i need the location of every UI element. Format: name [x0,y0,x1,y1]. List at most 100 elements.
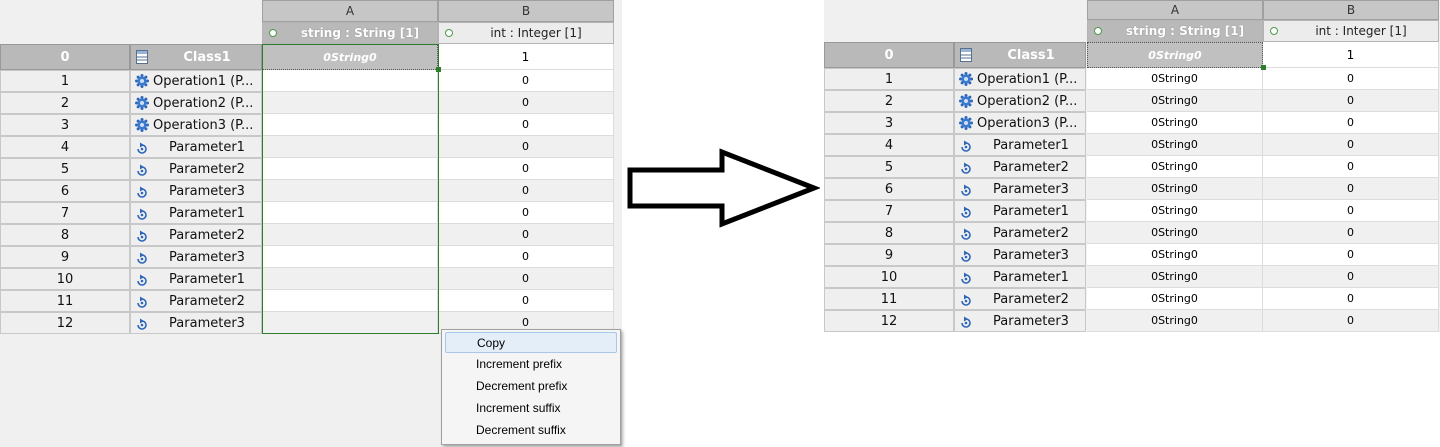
parameter-name-cell[interactable]: Parameter2 [954,288,1086,310]
cell-b-4[interactable]: 0 [1263,134,1439,156]
parameter-name-cell[interactable]: Parameter1 [954,266,1086,288]
cell-b-0[interactable]: 1 [438,44,614,70]
parameter-name-cell[interactable]: Parameter3 [130,312,262,334]
parameter-name-cell[interactable]: Parameter1 [954,134,1086,156]
row-number-4[interactable]: 4 [0,136,130,158]
cell-a-5[interactable] [262,158,438,180]
operation-name-cell[interactable]: Operation3 (P... [954,112,1086,134]
class-name-cell[interactable]: Class1 [130,44,262,70]
column-header-string[interactable]: string : String [1] [262,22,438,44]
parameter-name-cell[interactable]: Parameter3 [954,178,1086,200]
cell-b-2[interactable]: 0 [438,92,614,114]
cell-a-10[interactable]: 0String0 [1087,266,1263,288]
row-number-7[interactable]: 7 [0,202,130,224]
cell-a-11[interactable] [262,290,438,312]
parameter-name-cell[interactable]: Parameter3 [954,244,1086,266]
operation-name-cell[interactable]: Operation3 (P... [130,114,262,136]
menu-item-decrement-prefix[interactable]: Decrement prefix [445,376,617,397]
cell-b-10[interactable]: 0 [1263,266,1439,288]
cell-a-1[interactable]: 0String0 [1087,68,1263,90]
row-number-6[interactable]: 6 [824,178,954,200]
cell-b-10[interactable]: 0 [438,268,614,290]
cell-b-12[interactable]: 0 [1263,310,1439,332]
row-number-11[interactable]: 11 [0,290,130,312]
menu-item-increment-suffix[interactable]: Increment suffix [445,398,617,419]
row-number-6[interactable]: 6 [0,180,130,202]
row-number-11[interactable]: 11 [824,288,954,310]
parameter-name-cell[interactable]: Parameter2 [130,158,262,180]
row-number-1[interactable]: 1 [824,68,954,90]
row-number-4[interactable]: 4 [824,134,954,156]
column-letter-b[interactable]: B [438,0,614,22]
cell-b-1[interactable]: 0 [438,70,614,92]
cell-a-0[interactable]: 0String0 [1087,42,1263,68]
parameter-name-cell[interactable]: Parameter2 [130,224,262,246]
row-number-10[interactable]: 10 [824,266,954,288]
cell-b-11[interactable]: 0 [1263,288,1439,310]
cell-b-9[interactable]: 0 [438,246,614,268]
cell-b-9[interactable]: 0 [1263,244,1439,266]
operation-name-cell[interactable]: Operation2 (P... [130,92,262,114]
cell-b-5[interactable]: 0 [438,158,614,180]
class-name-cell[interactable]: Class1 [954,42,1086,68]
operation-name-cell[interactable]: Operation2 (P... [954,90,1086,112]
row-number-9[interactable]: 9 [824,244,954,266]
cell-b-6[interactable]: 0 [438,180,614,202]
cell-b-3[interactable]: 0 [438,114,614,136]
cell-a-12[interactable]: 0String0 [1087,310,1263,332]
menu-item-copy[interactable]: Copy [445,332,617,353]
cell-a-0[interactable]: 0String0 [262,44,438,70]
cell-b-8[interactable]: 0 [438,224,614,246]
menu-item-increment-prefix[interactable]: Increment prefix [445,354,617,375]
cell-b-3[interactable]: 0 [1263,112,1439,134]
cell-b-7[interactable]: 0 [438,202,614,224]
row-number-12[interactable]: 12 [0,312,130,334]
parameter-name-cell[interactable]: Parameter3 [130,180,262,202]
parameter-name-cell[interactable]: Parameter1 [130,268,262,290]
operation-name-cell[interactable]: Operation1 (P... [130,70,262,92]
row-number-10[interactable]: 10 [0,268,130,290]
cell-a-3[interactable] [262,114,438,136]
fill-handle[interactable] [1261,65,1266,70]
cell-b-2[interactable]: 0 [1263,90,1439,112]
row-number-12[interactable]: 12 [824,310,954,332]
cell-a-2[interactable]: 0String0 [1087,90,1263,112]
parameter-name-cell[interactable]: Parameter2 [130,290,262,312]
cell-a-2[interactable] [262,92,438,114]
cell-a-12[interactable] [262,312,438,334]
cell-b-4[interactable]: 0 [438,136,614,158]
parameter-name-cell[interactable]: Parameter3 [954,310,1086,332]
cell-a-3[interactable]: 0String0 [1087,112,1263,134]
cell-b-5[interactable]: 0 [1263,156,1439,178]
cell-a-4[interactable]: 0String0 [1087,134,1263,156]
cell-a-1[interactable] [262,70,438,92]
cell-b-11[interactable]: 0 [438,290,614,312]
cell-a-7[interactable]: 0String0 [1087,200,1263,222]
row-number-5[interactable]: 5 [0,158,130,180]
cell-a-9[interactable]: 0String0 [1087,244,1263,266]
row-number-0[interactable]: 0 [0,44,130,70]
row-number-3[interactable]: 3 [0,114,130,136]
column-letter-a[interactable]: A [262,0,438,22]
cell-b-1[interactable]: 0 [1263,68,1439,90]
cell-a-11[interactable]: 0String0 [1087,288,1263,310]
operation-name-cell[interactable]: Operation1 (P... [954,68,1086,90]
cell-b-8[interactable]: 0 [1263,222,1439,244]
fill-handle[interactable] [436,67,441,72]
menu-item-decrement-suffix[interactable]: Decrement suffix [445,420,617,441]
column-header-int[interactable]: int : Integer [1] [1263,20,1439,42]
column-letter-a[interactable]: A [1087,0,1263,20]
row-number-3[interactable]: 3 [824,112,954,134]
cell-b-7[interactable]: 0 [1263,200,1439,222]
row-number-2[interactable]: 2 [824,90,954,112]
row-number-8[interactable]: 8 [0,224,130,246]
cell-a-8[interactable] [262,224,438,246]
row-number-7[interactable]: 7 [824,200,954,222]
cell-a-5[interactable]: 0String0 [1087,156,1263,178]
parameter-name-cell[interactable]: Parameter1 [130,202,262,224]
row-number-5[interactable]: 5 [824,156,954,178]
cell-a-6[interactable] [262,180,438,202]
cell-b-6[interactable]: 0 [1263,178,1439,200]
row-number-8[interactable]: 8 [824,222,954,244]
cell-b-0[interactable]: 1 [1263,42,1439,68]
